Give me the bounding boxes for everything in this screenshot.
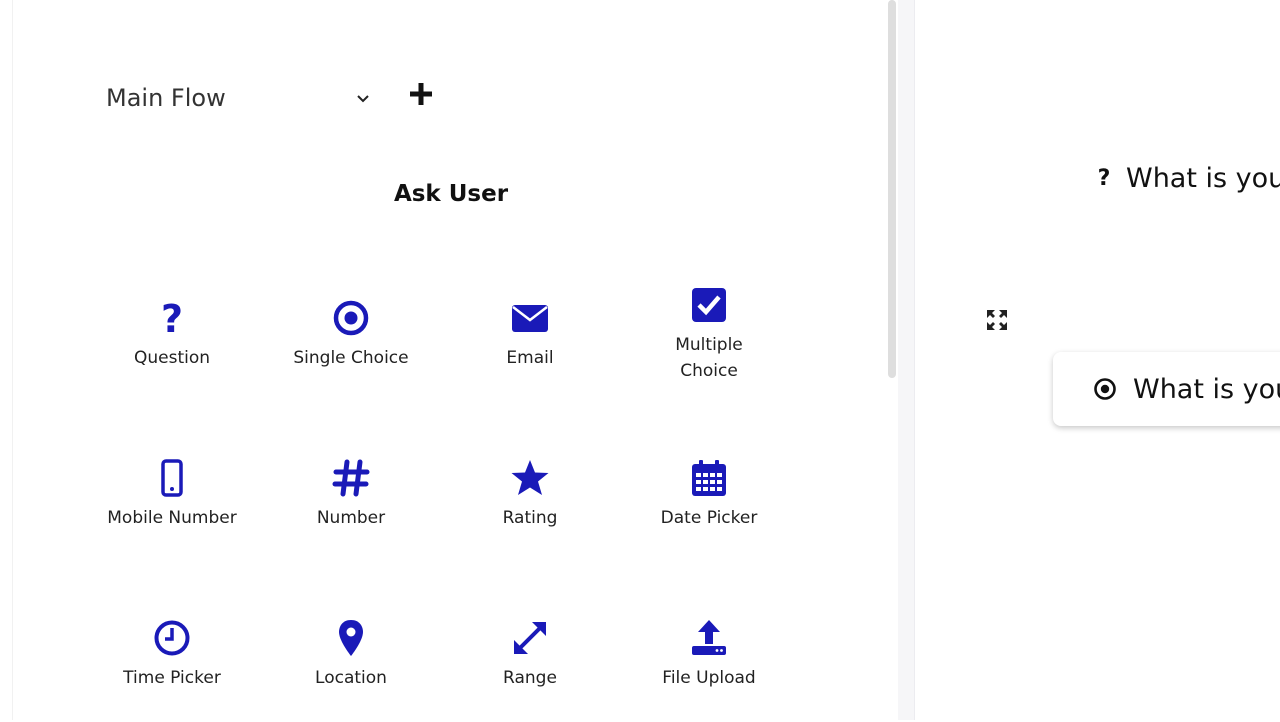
tile-email[interactable]: Email — [454, 266, 606, 402]
tile-label: Number — [316, 508, 386, 528]
tile-label: Mobile Number — [107, 508, 237, 528]
star-icon — [509, 457, 551, 499]
tile-file-upload[interactable]: File Upload — [633, 586, 785, 722]
envelope-icon — [509, 297, 551, 339]
node-text: What is you — [1133, 373, 1280, 405]
tile-label: Rating — [502, 508, 558, 528]
tile-label: Time Picker — [123, 668, 221, 688]
radio-target-icon — [1094, 378, 1116, 400]
clock-icon — [151, 617, 193, 659]
tile-label: Email — [506, 348, 554, 368]
tile-location[interactable]: Location — [275, 586, 427, 722]
flow-selector-label: Main Flow — [106, 84, 226, 112]
tile-multiple-choice[interactable]: Multiple Choice — [633, 266, 785, 402]
question-icon: ? — [151, 297, 193, 339]
chevron-down-icon — [357, 95, 369, 103]
panel-divider[interactable] — [898, 0, 915, 720]
palette-scrollbar-thumb[interactable] — [888, 0, 896, 378]
tile-label: Date Picker — [660, 508, 758, 528]
tile-label: Single Choice — [293, 348, 409, 368]
question-icon: ? — [1097, 165, 1111, 191]
tile-label: Multiple Choice — [675, 335, 743, 381]
tile-label: Location — [315, 668, 387, 688]
mobile-phone-icon — [151, 457, 193, 499]
tile-rating[interactable]: Rating — [454, 426, 606, 562]
hash-icon — [330, 457, 372, 499]
map-pin-icon — [330, 617, 372, 659]
tile-label: Question — [133, 348, 211, 368]
tile-time-picker[interactable]: Time Picker — [96, 586, 248, 722]
calendar-icon — [688, 457, 730, 499]
flow-selector[interactable]: Main Flow — [106, 78, 372, 118]
tile-number[interactable]: Number — [275, 426, 427, 562]
tile-label: File Upload — [662, 668, 756, 688]
svg-text:?: ? — [161, 298, 183, 338]
node-text: What is you — [1126, 162, 1280, 194]
fullscreen-icon[interactable] — [985, 308, 1009, 332]
plus-icon — [410, 83, 432, 105]
section-title: Ask User — [393, 181, 509, 207]
tile-single-choice[interactable]: Single Choice — [275, 266, 427, 402]
expand-arrows-icon — [509, 617, 551, 659]
tile-label: Range — [503, 668, 557, 688]
canvas-node-question[interactable]: ? What is you — [1096, 158, 1280, 198]
tile-mobile-number[interactable]: Mobile Number — [96, 426, 248, 562]
ask-user-tile-grid: ? Question Single Choice Email Multiple … — [96, 266, 785, 722]
radio-target-icon — [330, 297, 372, 339]
upload-icon — [688, 617, 730, 659]
checkbox-icon — [688, 284, 730, 326]
tile-question[interactable]: ? Question — [96, 266, 248, 402]
add-flow-button[interactable] — [405, 78, 437, 110]
tile-range[interactable]: Range — [454, 586, 606, 722]
tile-date-picker[interactable]: Date Picker — [633, 426, 785, 562]
canvas-node-single-choice[interactable]: What is you — [1053, 352, 1280, 426]
